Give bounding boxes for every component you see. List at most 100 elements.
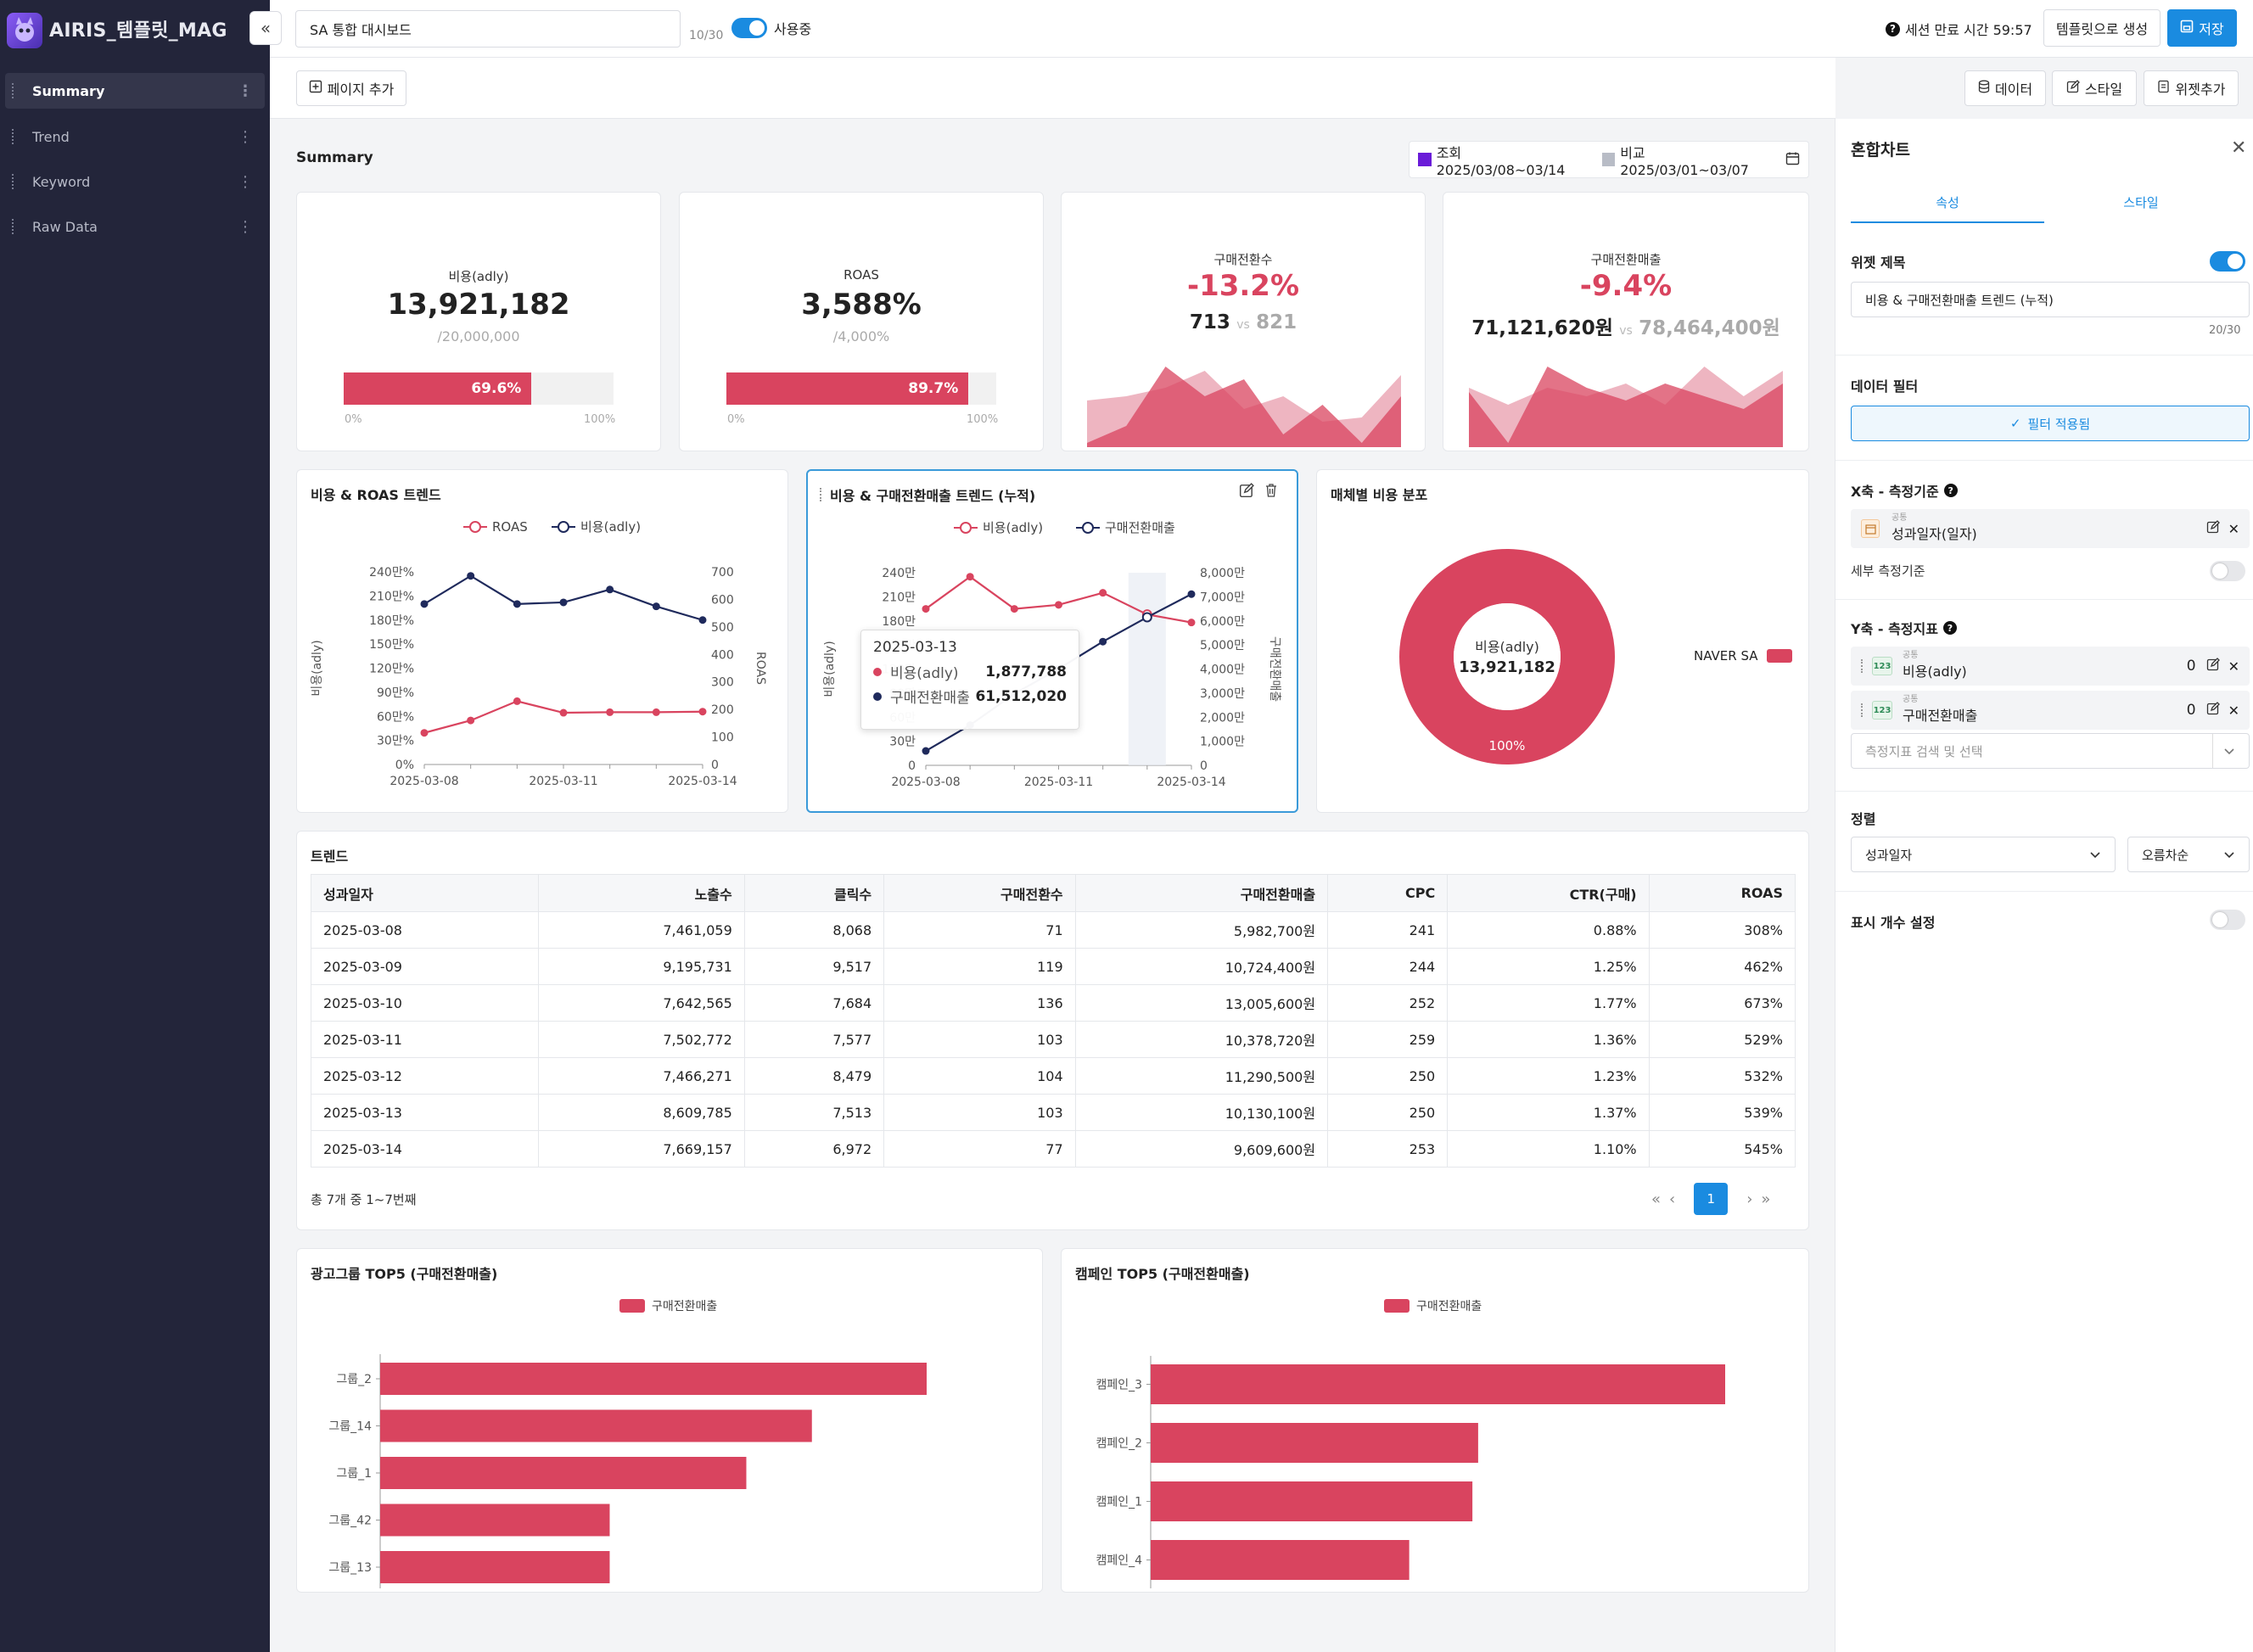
kpi-scale-max: 100% xyxy=(967,413,999,426)
data-point xyxy=(652,602,660,611)
remove-icon[interactable]: ✕ xyxy=(2228,658,2239,675)
legend-label: 비용(adly) xyxy=(580,519,641,535)
y-metric-row[interactable]: 123 공통 구매전환매출 0 ✕ xyxy=(1851,691,2250,730)
table-cell: 7,461,059 xyxy=(538,911,745,949)
sub-dimension-toggle[interactable] xyxy=(2210,561,2245,581)
kpi-previous: 821 xyxy=(1256,311,1297,333)
donut-hole xyxy=(1454,603,1561,710)
sidebar-item-raw-data[interactable]: Raw Data ⋮ xyxy=(5,209,265,244)
tooltip-date: 2025-03-13 xyxy=(873,639,957,656)
edit-widget-icon[interactable] xyxy=(1239,483,1254,501)
more-options-icon[interactable]: ⋮ xyxy=(238,173,253,191)
next-page-icon[interactable]: › xyxy=(1746,1190,1752,1208)
column-header[interactable]: 성과일자 xyxy=(310,874,540,912)
column-header[interactable]: 구매전환매출 xyxy=(1074,874,1329,912)
data-point xyxy=(1141,612,1152,623)
first-page-icon[interactable]: « xyxy=(1651,1190,1661,1208)
chevron-down-icon[interactable] xyxy=(2212,734,2235,768)
kpi-scale-min: 0% xyxy=(345,413,362,426)
column-header[interactable]: ROAS xyxy=(1648,874,1796,912)
edit-icon[interactable] xyxy=(2206,658,2220,675)
drag-handle-icon[interactable] xyxy=(1861,703,1865,717)
x-axis-dimension-row[interactable]: 공통 성과일자(일자) ✕ xyxy=(1851,509,2250,548)
table-cell: 0.88% xyxy=(1447,911,1650,949)
data-point xyxy=(1187,619,1196,627)
y-tick-left: 30만 xyxy=(889,736,916,749)
sidebar-item-summary[interactable]: Summary ⋮ xyxy=(5,73,265,109)
display-count-toggle[interactable] xyxy=(2210,910,2245,930)
adgroup-top5-widget[interactable]: 광고그룹 TOP5 (구매전환매출) 구매전환매출 그룹_2 그룹_14 그룹_1 그룹… xyxy=(296,1248,1043,1593)
style-button[interactable]: 스타일 xyxy=(2052,70,2137,106)
save-icon xyxy=(2180,20,2194,36)
bar xyxy=(380,1363,927,1395)
edit-icon[interactable] xyxy=(2206,702,2220,719)
kpi-current: 713 xyxy=(1189,311,1230,333)
prev-page-icon[interactable]: ‹ xyxy=(1669,1190,1675,1208)
dashboard-title-input[interactable]: SA 통합 대시보드 xyxy=(295,10,681,48)
edit-icon[interactable] xyxy=(2206,520,2220,537)
delete-widget-icon[interactable] xyxy=(1264,483,1278,501)
close-icon[interactable]: ✕ xyxy=(2231,137,2246,159)
drag-handle-icon[interactable] xyxy=(12,219,19,234)
more-options-icon[interactable]: ⋮ xyxy=(238,82,253,100)
remove-icon[interactable]: ✕ xyxy=(2228,521,2239,537)
kpi-card-revenue[interactable]: 구매전환매출 -9.4% 71,121,620원 vs 78,464,400원 xyxy=(1443,192,1809,451)
data-button[interactable]: 데이터 xyxy=(1964,70,2046,106)
column-header[interactable]: 노출수 xyxy=(538,874,745,912)
column-header[interactable]: 클릭수 xyxy=(743,874,885,912)
pagination: « ‹ 1 › » xyxy=(1651,1183,1770,1215)
drag-handle-icon[interactable] xyxy=(12,83,19,98)
more-options-icon[interactable]: ⋮ xyxy=(238,218,253,236)
campaign-top5-widget[interactable]: 캠페인 TOP5 (구매전환매출) 구매전환매출 캠페인_3 캠페인_2 캠페인_1 캠… xyxy=(1061,1248,1809,1593)
drag-handle-icon[interactable] xyxy=(1861,659,1865,673)
kpi-card-roas[interactable]: ROAS 3,588% /4,000% 89.7% 0% 100% xyxy=(679,192,1044,451)
widget-title-input[interactable]: 비용 & 구매전환매출 트렌드 (누적) xyxy=(1851,282,2250,317)
tab-properties[interactable]: 속성 xyxy=(1851,193,2044,223)
x-axis-section: X축 - 측정기준 ? xyxy=(1851,480,1958,501)
trend-table-widget[interactable]: 트렌드 성과일자 노출수 클릭수 구매전환수 구매전환매출 CPC CTR(구매) ROAS … xyxy=(296,831,1809,1230)
tab-style[interactable]: 스타일 xyxy=(2044,193,2238,221)
calendar-icon[interactable] xyxy=(1785,151,1800,169)
column-header[interactable]: 구매전환수 xyxy=(883,874,1076,912)
tooltip-value: 61,512,020 xyxy=(975,687,1067,705)
filter-applied-button[interactable]: ✓ 필터 적용됨 xyxy=(1851,406,2250,441)
kpi-card-conversions[interactable]: 구매전환수 -13.2% 713 vs 821 xyxy=(1061,192,1426,451)
use-toggle[interactable] xyxy=(731,18,767,38)
sidebar-item-trend[interactable]: Trend ⋮ xyxy=(5,119,265,154)
y-tick-right: 6,000만 xyxy=(1200,615,1245,629)
kpi-card-cost[interactable]: 비용(adly) 13,921,182 /20,000,000 69.6% 0%… xyxy=(296,192,661,451)
sort-field-select[interactable]: 성과일자 xyxy=(1851,837,2116,872)
more-options-icon[interactable]: ⋮ xyxy=(238,128,253,146)
sidebar-item-keyword[interactable]: Keyword ⋮ xyxy=(5,164,265,199)
drag-handle-icon[interactable] xyxy=(12,174,19,189)
save-button[interactable]: 저장 xyxy=(2167,9,2237,47)
drag-handle-icon[interactable] xyxy=(820,488,824,501)
y-tick-right: 300 xyxy=(711,676,734,690)
add-page-button[interactable]: 페이지 추가 xyxy=(296,70,406,106)
column-header[interactable]: CPC xyxy=(1327,874,1449,912)
widget-title-toggle[interactable] xyxy=(2210,251,2245,272)
collapse-sidebar-button[interactable]: « xyxy=(249,11,282,45)
page-number-button[interactable]: 1 xyxy=(1694,1183,1729,1215)
y-metric-row[interactable]: 123 공통 비용(adly) 0 ✕ xyxy=(1851,647,2250,686)
kpi-scale-min: 0% xyxy=(727,413,745,426)
metric-search-select[interactable]: 측정지표 검색 및 선택 xyxy=(1851,733,2250,769)
column-header[interactable]: CTR(구매) xyxy=(1447,874,1650,912)
table-cell: 2025-03-11 xyxy=(310,1021,540,1058)
date-range-picker[interactable]: 조회 2025/03/08~03/14 비교 2025/03/01~03/07 xyxy=(1409,141,1809,178)
y-tick-left: 240만% xyxy=(369,566,414,580)
last-page-icon[interactable]: » xyxy=(1761,1190,1770,1208)
donut-percent-label: 100% xyxy=(1489,738,1526,753)
add-widget-button[interactable]: 위젯추가 xyxy=(2144,70,2239,106)
create-template-button[interactable]: 템플릿으로 생성 xyxy=(2043,9,2161,47)
remove-icon[interactable]: ✕ xyxy=(2228,703,2239,719)
sidebar-item-label: Summary xyxy=(32,82,105,99)
media-cost-distribution-widget[interactable]: 매체별 비용 분포 비용(adly) 13,921,182 100% NAVER… xyxy=(1316,469,1809,813)
drag-handle-icon[interactable] xyxy=(12,129,19,144)
cost-roas-trend-widget[interactable]: 비용 & ROAS 트렌드 ROAS 비용(adly) 0% 30만% 60만% 90만%… xyxy=(296,469,788,813)
category-label: 그룹_2 xyxy=(336,1373,372,1386)
table-cell: 252 xyxy=(1327,984,1449,1022)
sort-order-select[interactable]: 오름차순 xyxy=(2127,837,2250,872)
cost-revenue-trend-widget[interactable]: 비용 & 구매전환매출 트렌드 (누적) 비용(adly) 구매전환매출 0 30만 6… xyxy=(806,469,1298,813)
donut-center-label: 비용(adly) xyxy=(1475,639,1539,655)
